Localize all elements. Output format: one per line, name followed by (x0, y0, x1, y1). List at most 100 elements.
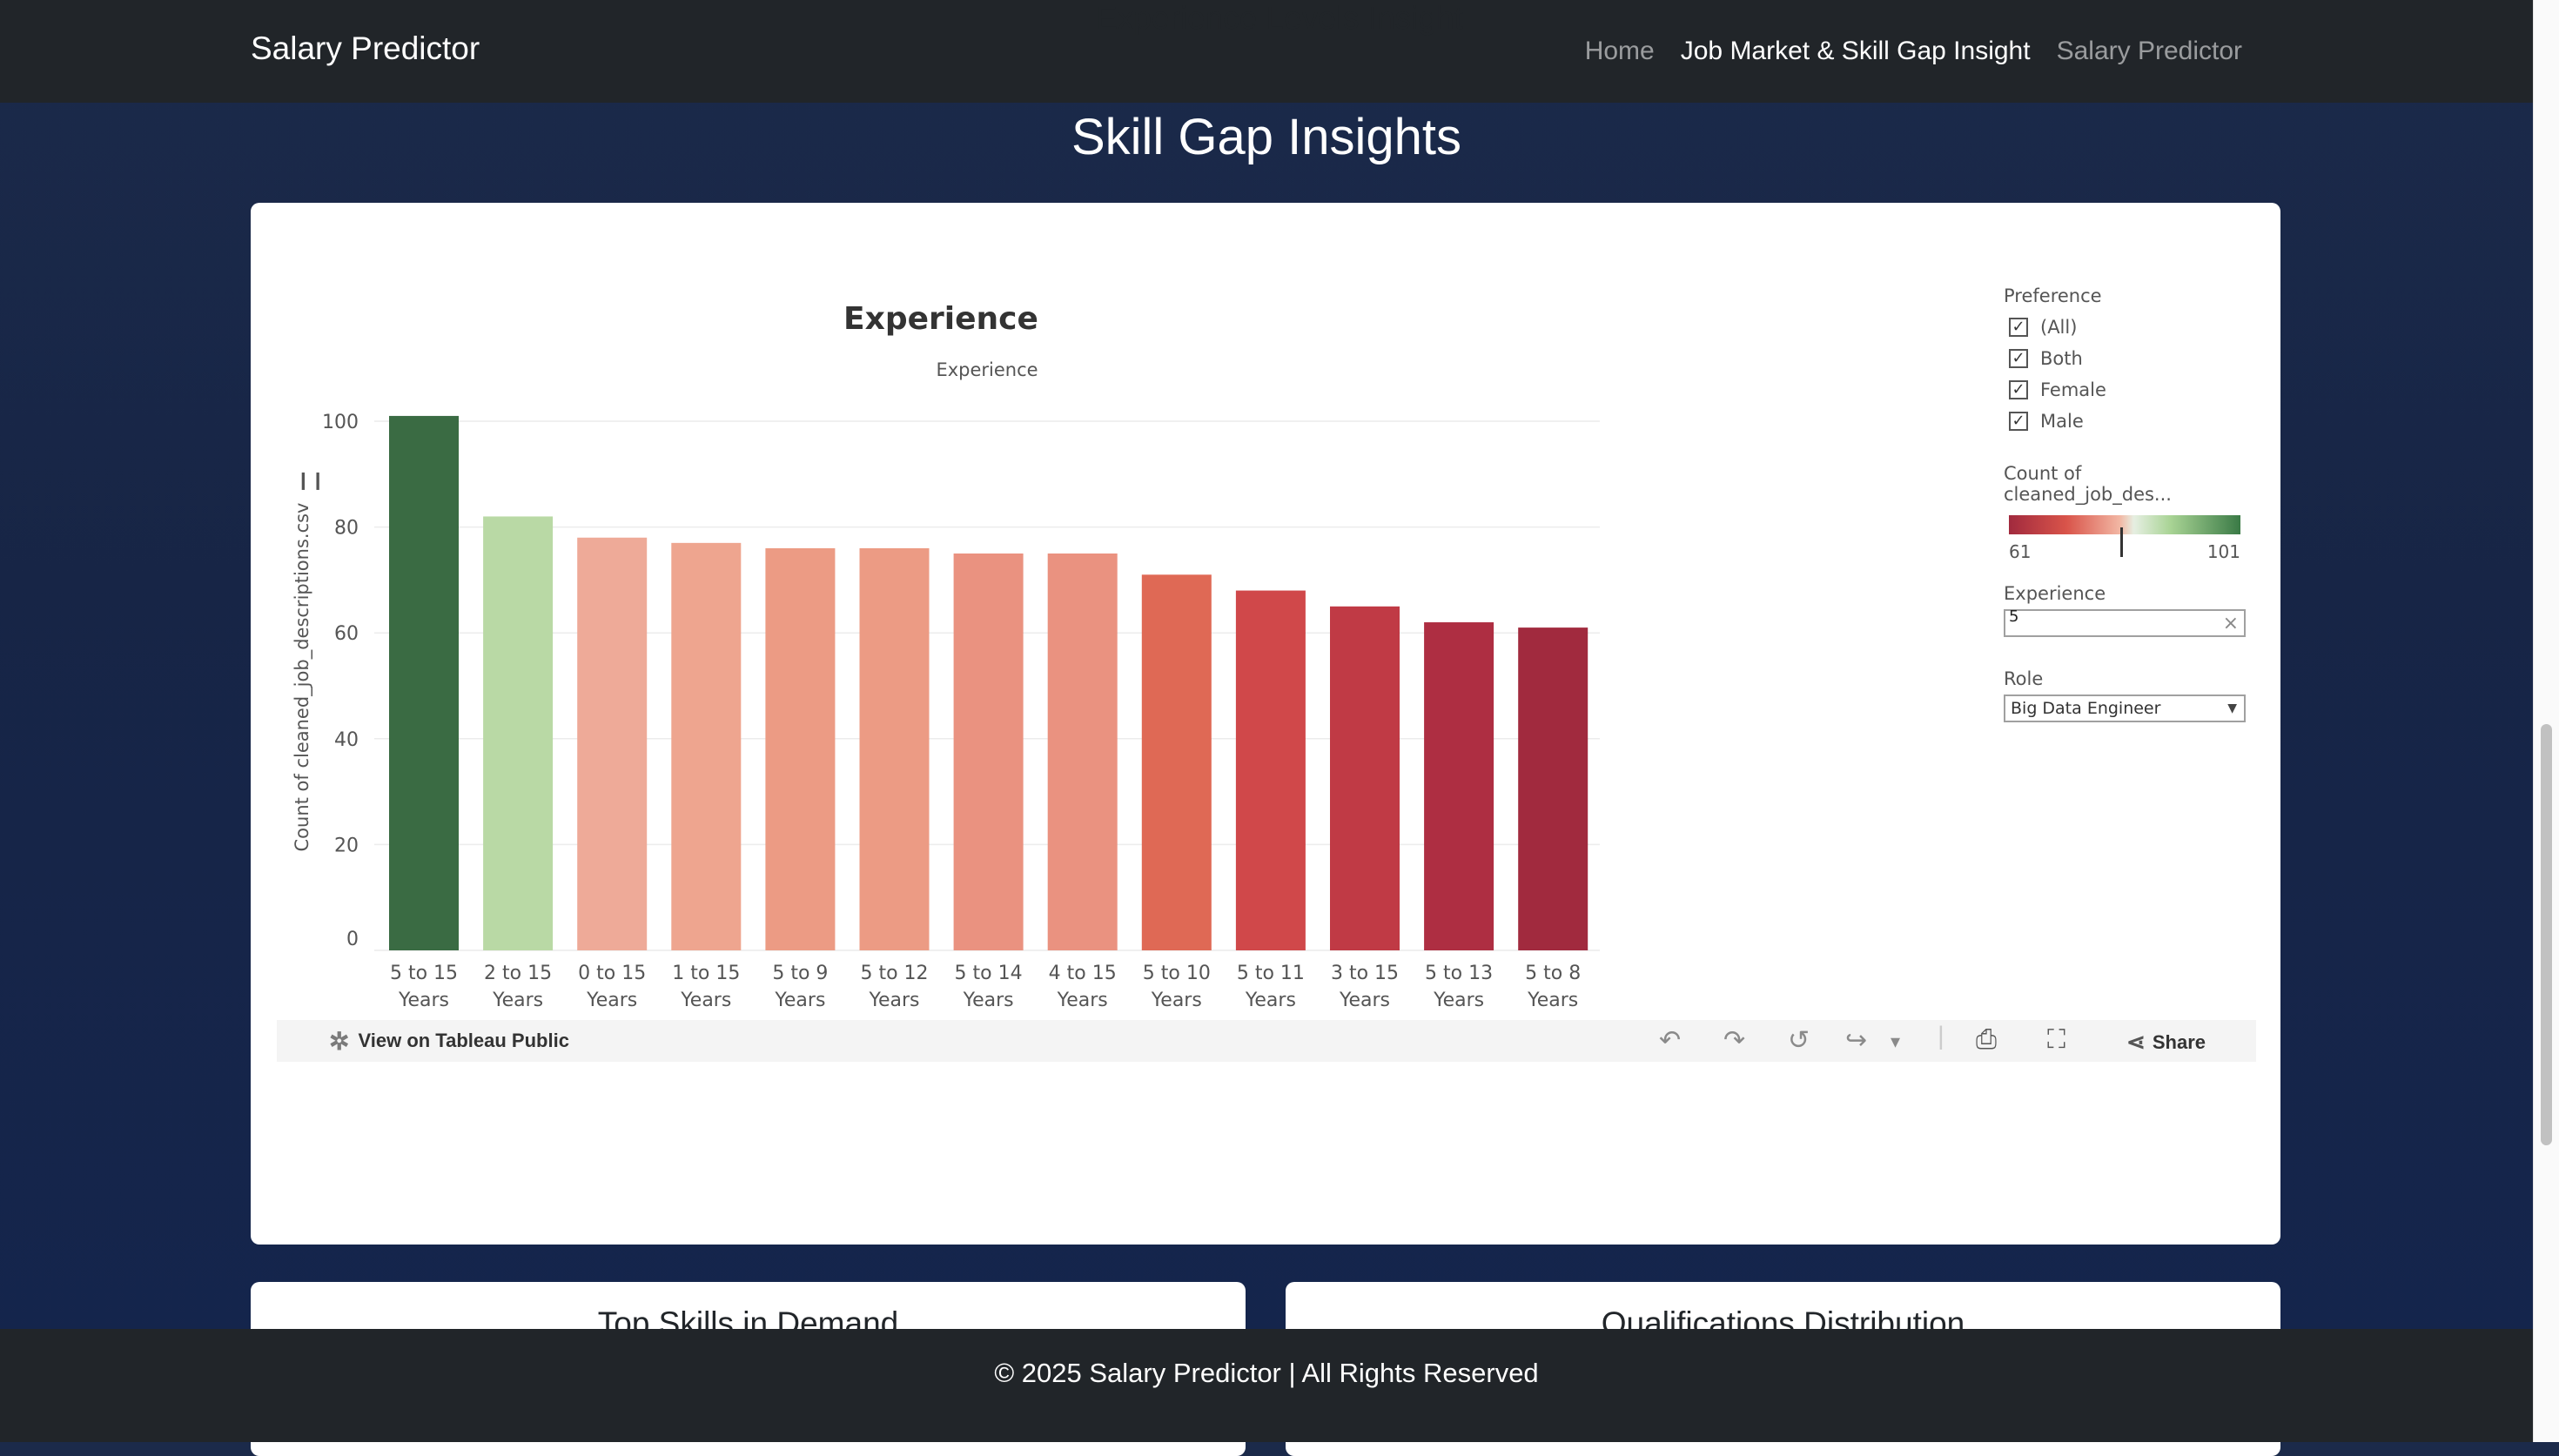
y-tick-label: 20 (334, 835, 359, 856)
chevron-down-icon[interactable]: ▾ (1891, 1030, 1900, 1053)
y-tick-label: 100 (322, 412, 359, 433)
chart-bar (671, 542, 742, 950)
chart-bar (1424, 622, 1494, 950)
nav-link-salary-predictor[interactable]: Salary Predictor (2057, 37, 2242, 66)
footer-text: © 2025 Salary Predictor | All Rights Res… (994, 1358, 1539, 1388)
filters-panel: Preference ✓ (All) ✓ Both ✓ Female ✓ Mal… (2004, 285, 2247, 722)
footer: © 2025 Salary Predictor | All Rights Res… (0, 1329, 2533, 1442)
chart-subtitle: Experience (936, 359, 1038, 380)
nav-link-job-market[interactable]: Job Market & Skill Gap Insight (1681, 37, 2031, 66)
preference-option-male[interactable]: ✓ Male (2004, 406, 2247, 437)
x-tick-label-line2: Years (1527, 990, 1578, 1011)
x-tick-label: 5 to 15 (390, 963, 458, 984)
tableau-chart[interactable]: Experience Experience 0 20 40 60 80 100 Count of… (277, 277, 2256, 1060)
x-tick-label-line2: Years (1151, 990, 1202, 1011)
fullscreen-icon[interactable]: ⛶ (2047, 1025, 2065, 1055)
preference-option-both[interactable]: ✓ Both (2004, 343, 2247, 374)
checkbox-male-label: Male (2040, 411, 2084, 432)
x-tick-label: 2 to 15 (484, 963, 552, 984)
checkbox-male[interactable]: ✓ (2009, 412, 2028, 431)
color-legend-bar (2009, 515, 2240, 534)
share-icon: ⋖ (2126, 1029, 2146, 1055)
role-filter-title: Role (2004, 668, 2044, 689)
tableau-toolbar: ✲ View on Tableau Public ↶ ↷ ↺ ↪ ▾ | ⎙ ⛶… (277, 1020, 2256, 1062)
x-tick-label: 5 to 8 (1525, 963, 1581, 984)
sort-icon: ❙❙ (296, 469, 326, 490)
x-tick-label-line2: Years (492, 990, 543, 1011)
color-legend-labels: 61 101 (2009, 527, 2240, 562)
x-tick-label: 5 to 11 (1237, 963, 1305, 984)
download-icon[interactable]: ⎙ (1976, 1025, 1997, 1055)
checkbox-all[interactable]: ✓ (2009, 318, 2028, 337)
chart-bar (1235, 590, 1306, 950)
clear-icon[interactable]: × (2223, 613, 2239, 635)
chart-bar (577, 537, 648, 950)
scrollbar-thumb[interactable] (2541, 724, 2552, 1145)
color-legend-marker (2120, 527, 2123, 557)
preference-option-all[interactable]: ✓ (All) (2004, 312, 2247, 343)
tableau-logo-icon: ✲ (329, 1027, 350, 1055)
undo-icon[interactable]: ↶ (1659, 1025, 1681, 1056)
x-tick-label-line2: Years (774, 990, 825, 1011)
x-tick-label: 5 to 10 (1143, 963, 1211, 984)
experience-card-title: Experience Levels Insight (1096, 0, 1463, 36)
chart-title: Experience (843, 301, 1038, 337)
experience-filter-title: Experience (2004, 583, 2106, 604)
x-tick-label: 4 to 15 (1049, 963, 1117, 984)
y-tick-label: 80 (334, 518, 359, 540)
x-tick-label: 5 to 14 (955, 963, 1023, 984)
view-on-tableau-label: View on Tableau Public (358, 1030, 569, 1051)
x-tick-label-line2: Years (586, 990, 637, 1011)
revert-icon[interactable]: ↺ (1788, 1025, 1810, 1056)
scrollbar-track[interactable] (2533, 0, 2559, 1442)
share-button[interactable]: ⋖ Share (2126, 1029, 2206, 1056)
x-tick-label: 1 to 15 (672, 963, 740, 984)
toolbar-divider: | (1938, 1022, 1944, 1050)
experience-filter-value: 5 (2009, 607, 2019, 626)
y-tick-label: 60 (334, 623, 359, 645)
role-filter-select[interactable]: Big Data Engineer ▼ (2004, 694, 2246, 722)
checkbox-female[interactable]: ✓ (2009, 380, 2028, 399)
checkbox-female-label: Female (2040, 379, 2106, 400)
checkbox-both-label: Both (2040, 348, 2083, 369)
color-legend-max: 101 (2206, 541, 2240, 562)
x-tick-label-line2: Years (1245, 990, 1296, 1011)
chart-bar (483, 516, 554, 950)
x-tick-label-line2: Years (868, 990, 919, 1011)
y-axis-label: Count of cleaned_job_descriptions.csv (292, 503, 313, 852)
chart-bar (859, 547, 930, 950)
chart-bar (389, 415, 459, 950)
x-tick-label-line2: Years (398, 990, 449, 1011)
page-title: Skill Gap Insights (1071, 109, 1462, 165)
experience-filter-input[interactable]: 5 × (2004, 609, 2246, 637)
checkbox-all-label: (All) (2040, 317, 2078, 338)
y-tick-label: 0 (346, 929, 359, 950)
checkbox-both[interactable]: ✓ (2009, 349, 2028, 368)
x-tick-label: 0 to 15 (578, 963, 646, 984)
chart-bar (1047, 554, 1118, 950)
x-tick-label: 5 to 9 (772, 963, 828, 984)
nav-link-home[interactable]: Home (1585, 37, 1655, 66)
x-tick-label-line2: Years (1339, 990, 1390, 1011)
x-tick-label-line2: Years (1433, 990, 1484, 1011)
view-on-tableau-link[interactable]: ✲ View on Tableau Public (329, 1027, 569, 1056)
chart-bar (765, 547, 836, 950)
share-label: Share (2152, 1030, 2206, 1053)
redo-icon[interactable]: ↷ (1723, 1025, 1745, 1056)
chart-bar (1330, 606, 1400, 950)
role-filter-value: Big Data Engineer (2011, 699, 2161, 718)
x-tick-label-line2: Years (680, 990, 731, 1011)
x-tick-label: 5 to 12 (860, 963, 928, 984)
chart-bar (1141, 574, 1212, 950)
x-tick-label-line2: Years (1057, 990, 1108, 1011)
x-tick-label: 5 to 13 (1425, 963, 1493, 984)
preference-filter-title: Preference (2004, 285, 2102, 306)
chart-bar (953, 554, 1024, 950)
chevron-down-icon: ▼ (2227, 701, 2237, 715)
y-tick-label: 40 (334, 729, 359, 751)
x-tick-label: 3 to 15 (1331, 963, 1399, 984)
refresh-icon[interactable]: ↪ (1845, 1025, 1867, 1056)
preference-option-female[interactable]: ✓ Female (2004, 374, 2247, 406)
color-legend-title: Count of cleaned_job_des... (2004, 463, 2172, 505)
x-tick-label-line2: Years (963, 990, 1014, 1011)
